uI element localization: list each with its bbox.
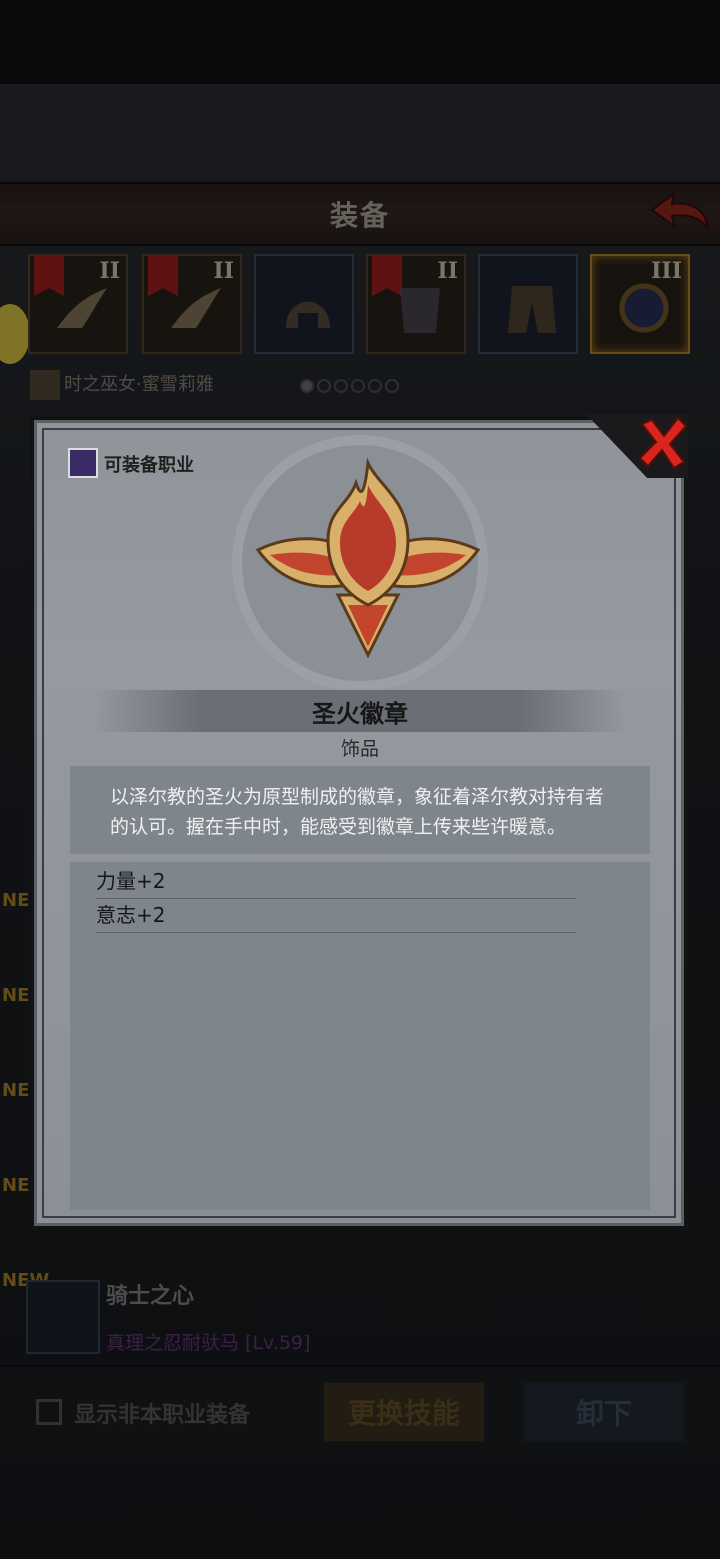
- status-bar: [0, 0, 720, 84]
- stats-panel: 力量+2 意志+2: [70, 862, 650, 1210]
- stat-row: 力量+2: [96, 864, 576, 899]
- item-description: 以泽尔教的圣火为原型制成的徽章，象征着泽尔教对持有者的认可。握在手中时，能感受到…: [110, 786, 605, 838]
- equippable-class-label: 可装备职业: [104, 455, 194, 476]
- close-icon[interactable]: [634, 414, 690, 470]
- item-type: 饰品: [340, 738, 379, 760]
- holy-fire-badge-icon: [255, 457, 481, 659]
- game-screen: 装备 II II II III 时之巫女·蜜雪莉雅 NE NE NE NE 骑士…: [0, 0, 720, 1559]
- item-title: 圣火徽章: [312, 700, 408, 728]
- description-panel: 以泽尔教的圣火为原型制成的徽章，象征着泽尔教对持有者的认可。握在手中时，能感受到…: [70, 766, 650, 854]
- stat-row: 意志+2: [96, 898, 576, 933]
- class-icon: [68, 448, 98, 478]
